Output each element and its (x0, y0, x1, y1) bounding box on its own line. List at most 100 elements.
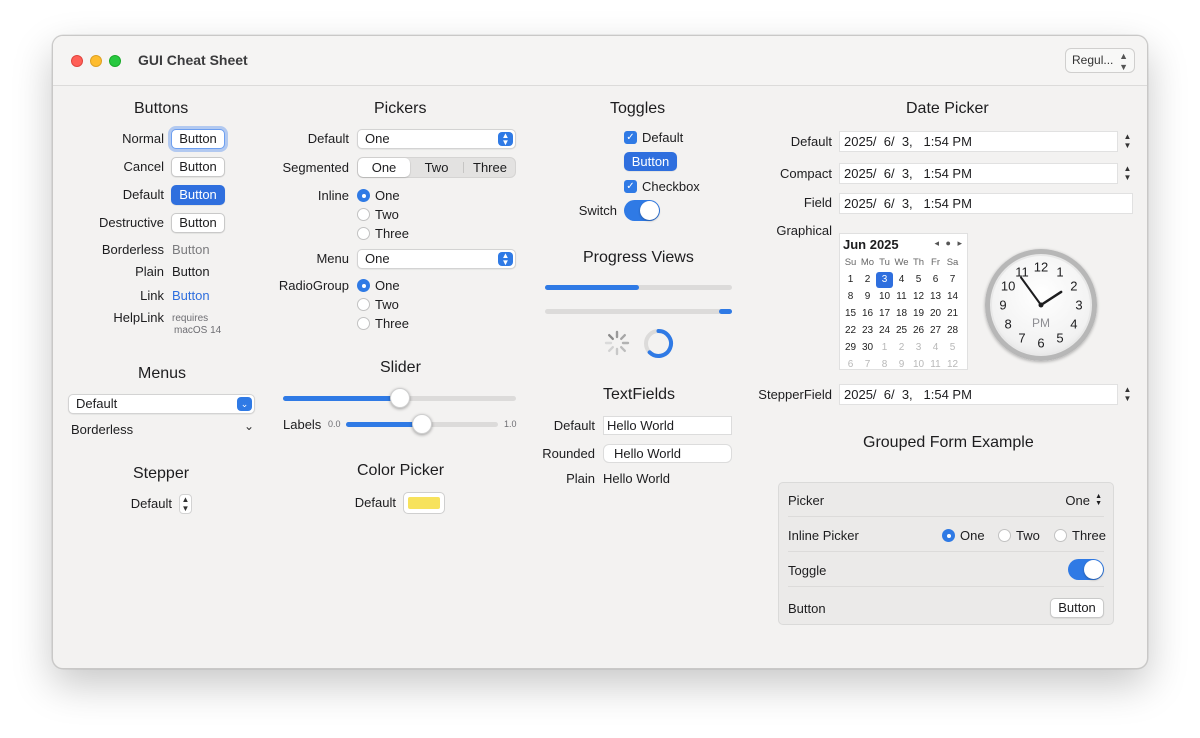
size-popup[interactable]: Regul... ▲ ▼ (1065, 48, 1135, 73)
slider-thumb[interactable] (389, 388, 410, 408)
inline-radio-one[interactable] (357, 189, 370, 202)
date-default-field[interactable]: 2025/ 6/ 3, 1:54 PM (839, 131, 1118, 152)
circular-progress-icon (644, 329, 673, 358)
calendar-day[interactable]: 4 (927, 340, 944, 356)
calendar-day[interactable]: 21 (944, 306, 961, 322)
slider-labels-thumb[interactable] (412, 414, 432, 434)
inline-radio-three[interactable] (357, 227, 370, 240)
calendar-day[interactable]: 12 (910, 289, 927, 305)
calendar-day[interactable]: 7 (944, 272, 961, 288)
calendar-day[interactable]: 10 (910, 357, 927, 373)
radiogroup-radio-two[interactable] (357, 298, 370, 311)
minimize-window-button[interactable] (90, 55, 102, 67)
calendar-day[interactable]: 14 (944, 289, 961, 305)
calendar-day[interactable]: 11 (893, 289, 910, 305)
calendar-day[interactable]: 29 (842, 340, 859, 356)
form-radio-three[interactable] (1054, 529, 1067, 542)
close-window-button[interactable] (71, 55, 83, 67)
calendar-day[interactable]: 13 (927, 289, 944, 305)
segment-one[interactable]: One (358, 158, 410, 177)
calendar-day[interactable]: 8 (876, 357, 893, 373)
destructive-button[interactable]: Button (171, 213, 225, 233)
textfield-plain[interactable]: Hello World (603, 471, 670, 486)
calendar-day[interactable]: 6 (842, 357, 859, 373)
calendar-day[interactable]: 16 (859, 306, 876, 322)
calendar-day[interactable]: 3 (910, 340, 927, 356)
normal-button[interactable]: Button (171, 129, 225, 149)
menu-default-popup[interactable]: Default ⌄ (68, 394, 255, 414)
default-checkbox[interactable]: ✓ (624, 131, 637, 144)
form-picker-value[interactable]: One (1065, 493, 1090, 508)
slider-labels-label: Labels (283, 417, 322, 432)
switch-toggle[interactable] (624, 200, 660, 221)
analog-clock[interactable]: 12 1 2 3 4 5 6 7 8 9 10 11 PM (985, 249, 1097, 361)
calendar-day[interactable]: 9 (859, 289, 876, 305)
calendar-day[interactable]: 22 (842, 323, 859, 339)
clock-number: 10 (1001, 279, 1015, 294)
calendar-day[interactable]: 28 (944, 323, 961, 339)
textfield-default[interactable]: Hello World (603, 416, 732, 435)
menu-borderless-value[interactable]: Borderless (71, 422, 133, 437)
calendar-day[interactable]: 8 (842, 289, 859, 305)
calendar-day[interactable]: 4 (893, 272, 910, 288)
calendar-day[interactable]: 3 (876, 272, 893, 288)
color-well[interactable] (403, 492, 445, 514)
inline-radio-two[interactable] (357, 208, 370, 221)
calendar-month: Jun 2025 (843, 237, 899, 252)
form-radio-two[interactable] (998, 529, 1011, 542)
date-compact-field[interactable]: 2025/ 6/ 3, 1:54 PM (839, 163, 1118, 184)
borderless-button[interactable]: Button (172, 242, 210, 257)
picker-default-popup[interactable]: One ▲ ▼ (357, 129, 516, 149)
form-button[interactable]: Button (1050, 598, 1104, 618)
calendar-weekday: Th (912, 257, 925, 268)
calendar-day[interactable]: 24 (876, 323, 893, 339)
zoom-window-button[interactable] (109, 55, 121, 67)
calendar-day[interactable]: 9 (893, 357, 910, 373)
calendar-day[interactable]: 18 (893, 306, 910, 322)
form-switch[interactable] (1068, 559, 1104, 580)
calendar-day[interactable]: 1 (842, 272, 859, 288)
textfield-rounded[interactable]: Hello World (603, 444, 732, 463)
toggle-button[interactable]: Button (624, 152, 677, 171)
date-compact-stepper[interactable]: ▲ ▼ (1121, 164, 1134, 184)
link-button[interactable]: Button (172, 288, 210, 303)
calendar-day[interactable]: 19 (910, 306, 927, 322)
default-button[interactable]: Button (171, 185, 225, 205)
radiogroup-radio-one[interactable] (357, 279, 370, 292)
calendar-day[interactable]: 26 (910, 323, 927, 339)
calendar-nav-icons[interactable]: ◂ ● ▸ (935, 238, 964, 249)
calendar-day[interactable]: 15 (842, 306, 859, 322)
date-default-stepper[interactable]: ▲ ▼ (1121, 132, 1134, 152)
chevron-updown-icon[interactable]: ▲ ▼ (1095, 493, 1102, 507)
date-stepperfield[interactable]: 2025/ 6/ 3, 1:54 PM (839, 384, 1118, 405)
calendar-day[interactable]: 27 (927, 323, 944, 339)
calendar-day[interactable]: 25 (893, 323, 910, 339)
calendar-day[interactable]: 23 (859, 323, 876, 339)
date-field[interactable]: 2025/ 6/ 3, 1:54 PM (839, 193, 1133, 214)
calendar-day[interactable]: 30 (859, 340, 876, 356)
calendar-day[interactable]: 7 (859, 357, 876, 373)
date-stepperfield-stepper[interactable]: ▲ ▼ (1121, 385, 1134, 405)
clock-number: 3 (1075, 298, 1082, 313)
calendar-day[interactable]: 2 (859, 272, 876, 288)
segment-three[interactable]: Three (464, 158, 516, 177)
checkbox-toggle[interactable]: ✓ (624, 180, 637, 193)
calendar-day[interactable]: 12 (944, 357, 961, 373)
segment-two[interactable]: Two (410, 158, 463, 177)
form-radio-one[interactable] (942, 529, 955, 542)
calendar-day[interactable]: 6 (927, 272, 944, 288)
menu-picker-popup[interactable]: One ▲ ▼ (357, 249, 516, 269)
plain-button[interactable]: Button (172, 264, 210, 279)
calendar-day[interactable]: 17 (876, 306, 893, 322)
radiogroup-radio-three[interactable] (357, 317, 370, 330)
calendar-day[interactable]: 5 (910, 272, 927, 288)
calendar-day[interactable]: 20 (927, 306, 944, 322)
cancel-button[interactable]: Button (171, 157, 225, 177)
calendar-day[interactable]: 5 (944, 340, 961, 356)
calendar-day[interactable]: 1 (876, 340, 893, 356)
calendar-day[interactable]: 11 (927, 357, 944, 373)
chevron-down-icon[interactable]: ⌄ (244, 419, 254, 433)
calendar-day[interactable]: 10 (876, 289, 893, 305)
calendar-day[interactable]: 2 (893, 340, 910, 356)
stepper-control[interactable]: ▲ ▼ (179, 494, 192, 514)
